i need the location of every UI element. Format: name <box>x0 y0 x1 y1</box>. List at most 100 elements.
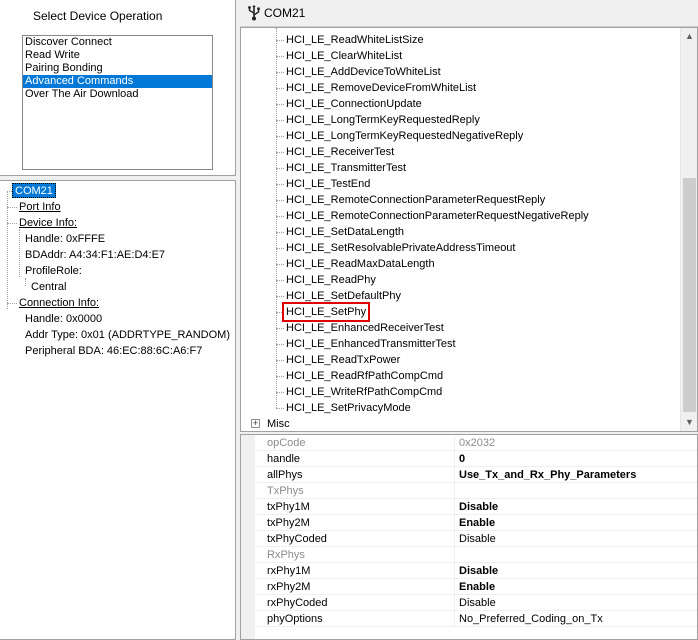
port-header: COM21 <box>240 0 698 27</box>
tree-line <box>25 278 26 286</box>
property-row-rxphy2m[interactable]: rxPhy2M Enable <box>241 579 697 595</box>
tree-line <box>276 104 284 105</box>
property-name: txPhy2M <box>267 515 455 531</box>
command-item-hci-le-setphy[interactable]: HCI_LE_SetPhy <box>281 302 371 322</box>
command-item-hci-le-enhancedreceivertest[interactable]: HCI_LE_EnhancedReceiverTest <box>286 320 444 336</box>
operation-item-advanced-commands[interactable]: Advanced Commands <box>23 75 212 88</box>
command-item-hci-le-readtxpower[interactable]: HCI_LE_ReadTxPower <box>286 352 400 368</box>
command-item-hci-le-longtermkeyrequestednegativereply[interactable]: HCI_LE_LongTermKeyRequestedNegativeReply <box>286 128 523 144</box>
tree-line <box>276 136 284 137</box>
property-name: rxPhy2M <box>267 579 455 595</box>
property-name: allPhys <box>267 467 455 483</box>
property-row-rxphy1m[interactable]: rxPhy1M Disable <box>241 563 697 579</box>
connection-handle: Handle: 0x0000 <box>25 313 103 325</box>
property-row-opcode[interactable]: opCode 0x2032 <box>241 435 697 451</box>
property-row-phyoptions[interactable]: phyOptions No_Preferred_Coding_on_Tx <box>241 611 697 627</box>
property-value[interactable]: No_Preferred_Coding_on_Tx <box>459 611 603 627</box>
command-item-hci-le-longtermkeyrequestedreply[interactable]: HCI_LE_LongTermKeyRequestedReply <box>286 112 480 128</box>
property-name: rxPhy1M <box>267 563 455 579</box>
addr-type: Addr Type: 0x01 (ADDRTYPE_RANDOM) <box>25 329 230 341</box>
command-item-hci-le-receivertest[interactable]: HCI_LE_ReceiverTest <box>286 144 394 160</box>
tree-line <box>276 264 284 265</box>
operation-item-read-write[interactable]: Read Write <box>23 49 212 62</box>
command-item-hci-le-transmittertest[interactable]: HCI_LE_TransmitterTest <box>286 160 406 176</box>
property-name: RxPhys <box>267 547 455 563</box>
command-item-hci-le-connectionupdate[interactable]: HCI_LE_ConnectionUpdate <box>286 96 422 112</box>
operation-item-ota-download[interactable]: Over The Air Download <box>23 88 212 101</box>
device-root-com21[interactable]: COM21 <box>12 183 56 198</box>
command-item-hci-le-readrfpathcompcmd[interactable]: HCI_LE_ReadRfPathCompCmd <box>286 368 443 384</box>
command-item-hci-le-testend[interactable]: HCI_LE_TestEnd <box>286 176 370 192</box>
expand-plus-icon[interactable]: + <box>251 419 260 428</box>
scroll-down-arrow-icon[interactable]: ▼ <box>681 414 697 431</box>
property-value[interactable]: Disable <box>459 499 498 515</box>
command-item-hci-le-enhancedtransmittertest[interactable]: HCI_LE_EnhancedTransmitterTest <box>286 336 456 352</box>
tree-line <box>7 191 8 309</box>
property-name: phyOptions <box>267 611 455 627</box>
command-tree-scrollbar[interactable]: ▲ ▼ <box>680 28 697 431</box>
command-item-hci-le-clearwhitelist[interactable]: HCI_LE_ClearWhiteList <box>286 48 402 64</box>
property-name: rxPhyCoded <box>267 595 455 611</box>
tree-line <box>276 28 277 408</box>
property-row-txphys[interactable]: TxPhys <box>241 483 697 499</box>
scroll-up-arrow-icon[interactable]: ▲ <box>681 28 697 45</box>
tree-line <box>7 207 17 208</box>
tree-line <box>276 184 284 185</box>
property-row-handle[interactable]: handle 0 <box>241 451 697 467</box>
property-row-rxphys[interactable]: RxPhys <box>241 547 697 563</box>
port-title: COM21 <box>264 6 306 20</box>
property-name: handle <box>267 451 455 467</box>
property-grid[interactable]: opCode 0x2032 handle 0 allPhys Use_Tx_and_Rx_… <box>240 434 698 640</box>
command-tree[interactable]: HCI_LE_ReadWhiteListSize HCI_LE_ClearWhit… <box>240 27 698 432</box>
tree-line <box>276 168 284 169</box>
command-item-hci-le-setdatalength[interactable]: HCI_LE_SetDataLength <box>286 224 404 240</box>
profile-role-node[interactable]: ProfileRole: <box>25 264 82 279</box>
property-value[interactable]: 0x2032 <box>459 435 495 451</box>
property-value[interactable]: Use_Tx_and_Rx_Phy_Parameters <box>459 467 636 483</box>
profile-role-value: Central <box>31 281 67 293</box>
property-row-txphy1m[interactable]: txPhy1M Disable <box>241 499 697 515</box>
property-value[interactable]: Disable <box>459 531 496 547</box>
command-item-hci-le-readmaxdatalength[interactable]: HCI_LE_ReadMaxDataLength <box>286 256 435 272</box>
scroll-thumb[interactable] <box>683 178 696 412</box>
usb-port-icon <box>248 5 260 21</box>
property-row-rxphycoded[interactable]: rxPhyCoded Disable <box>241 595 697 611</box>
property-value[interactable]: Disable <box>459 595 496 611</box>
tree-line <box>276 216 284 217</box>
operation-item-discover-connect[interactable]: Discover Connect <box>23 36 212 49</box>
command-item-hci-le-setprivacymode[interactable]: HCI_LE_SetPrivacyMode <box>286 400 411 416</box>
property-value[interactable]: 0 <box>459 451 465 467</box>
device-info-node[interactable]: Device Info: <box>19 216 77 231</box>
command-item-hci-le-readphy[interactable]: HCI_LE_ReadPhy <box>286 272 376 288</box>
command-item-hci-le-removedevicefromwhitelist[interactable]: HCI_LE_RemoveDeviceFromWhiteList <box>286 80 476 96</box>
tree-line <box>19 229 20 277</box>
tree-line <box>276 200 284 201</box>
command-item-hci-le-adddevicetowhitelist[interactable]: HCI_LE_AddDeviceToWhiteList <box>286 64 441 80</box>
property-row-allphys[interactable]: allPhys Use_Tx_and_Rx_Phy_Parameters <box>241 467 697 483</box>
device-info-tree[interactable]: COM21 Port Info Device Info: Handle: 0xF… <box>0 180 236 640</box>
command-item-hci-le-setdefaultphy[interactable]: HCI_LE_SetDefaultPhy <box>286 288 401 304</box>
operation-listbox[interactable]: Discover Connect Read Write Pairing Bond… <box>22 35 213 170</box>
tree-line <box>276 40 284 41</box>
tree-line <box>7 223 17 224</box>
command-item-hci-le-remoteconnectionparameterrequestnegativereply[interactable]: HCI_LE_RemoteConnectionParameterRequestN… <box>286 208 589 224</box>
peripheral-bda: Peripheral BDA: 46:EC:88:6C:A6:F7 <box>25 345 203 357</box>
operation-item-pairing-bonding[interactable]: Pairing Bonding <box>23 62 212 75</box>
property-value[interactable]: Disable <box>459 563 498 579</box>
property-value[interactable]: Enable <box>459 579 495 595</box>
property-value[interactable]: Enable <box>459 515 495 531</box>
property-row-txphy2m[interactable]: txPhy2M Enable <box>241 515 697 531</box>
command-item-hci-le-readwhitelistsize[interactable]: HCI_LE_ReadWhiteListSize <box>286 32 424 48</box>
connection-info-node[interactable]: Connection Info: <box>19 296 99 311</box>
tree-line <box>276 152 284 153</box>
command-item-hci-le-setresolvableprivateaddresstimeout[interactable]: HCI_LE_SetResolvablePrivateAddressTimeou… <box>286 240 515 256</box>
port-info-node[interactable]: Port Info <box>19 200 61 215</box>
command-item-hci-le-remoteconnectionparameterrequestreply[interactable]: HCI_LE_RemoteConnectionParameterRequestR… <box>286 192 545 208</box>
property-row-txphycoded[interactable]: txPhyCoded Disable <box>241 531 697 547</box>
tree-line <box>276 88 284 89</box>
command-item-hci-le-writerfpathcompcmd[interactable]: HCI_LE_WriteRfPathCompCmd <box>286 384 442 400</box>
tree-line <box>276 120 284 121</box>
tree-line <box>276 328 284 329</box>
operation-title: Select Device Operation <box>33 9 163 23</box>
tree-line <box>276 376 284 377</box>
